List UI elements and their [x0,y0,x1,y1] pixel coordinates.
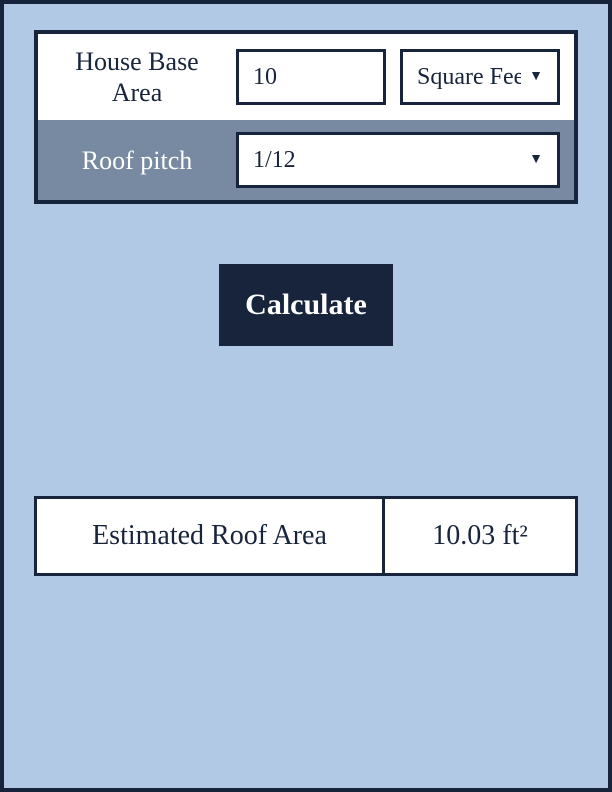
unit-select-value: Square Feet [417,64,521,91]
house-base-area-input-wrapper[interactable] [236,49,386,105]
roof-pitch-label: Roof pitch [52,145,222,176]
result-value: 10.03 ft² [385,499,575,573]
roof-pitch-value: 1/12 [253,147,296,174]
calculate-button-wrap: Calculate [34,264,578,346]
chevron-down-icon: ▼ [529,69,543,85]
unit-select[interactable]: Square Feet ▼ [400,49,560,105]
roof-pitch-select[interactable]: 1/12 ▼ [236,132,560,188]
house-base-area-row: House Base Area Square Feet ▼ [38,34,574,120]
calculate-button[interactable]: Calculate [219,264,393,346]
house-base-area-input[interactable] [253,64,369,91]
result-label: Estimated Roof Area [37,499,385,573]
calculator-panel: House Base Area Square Feet ▼ Roof pitch… [0,0,612,792]
roof-pitch-row: Roof pitch 1/12 ▼ [38,120,574,200]
house-base-area-label: House Base Area [52,46,222,108]
chevron-down-icon: ▼ [529,152,543,168]
inputs-group: House Base Area Square Feet ▼ Roof pitch… [34,30,578,204]
result-panel: Estimated Roof Area 10.03 ft² [34,496,578,576]
